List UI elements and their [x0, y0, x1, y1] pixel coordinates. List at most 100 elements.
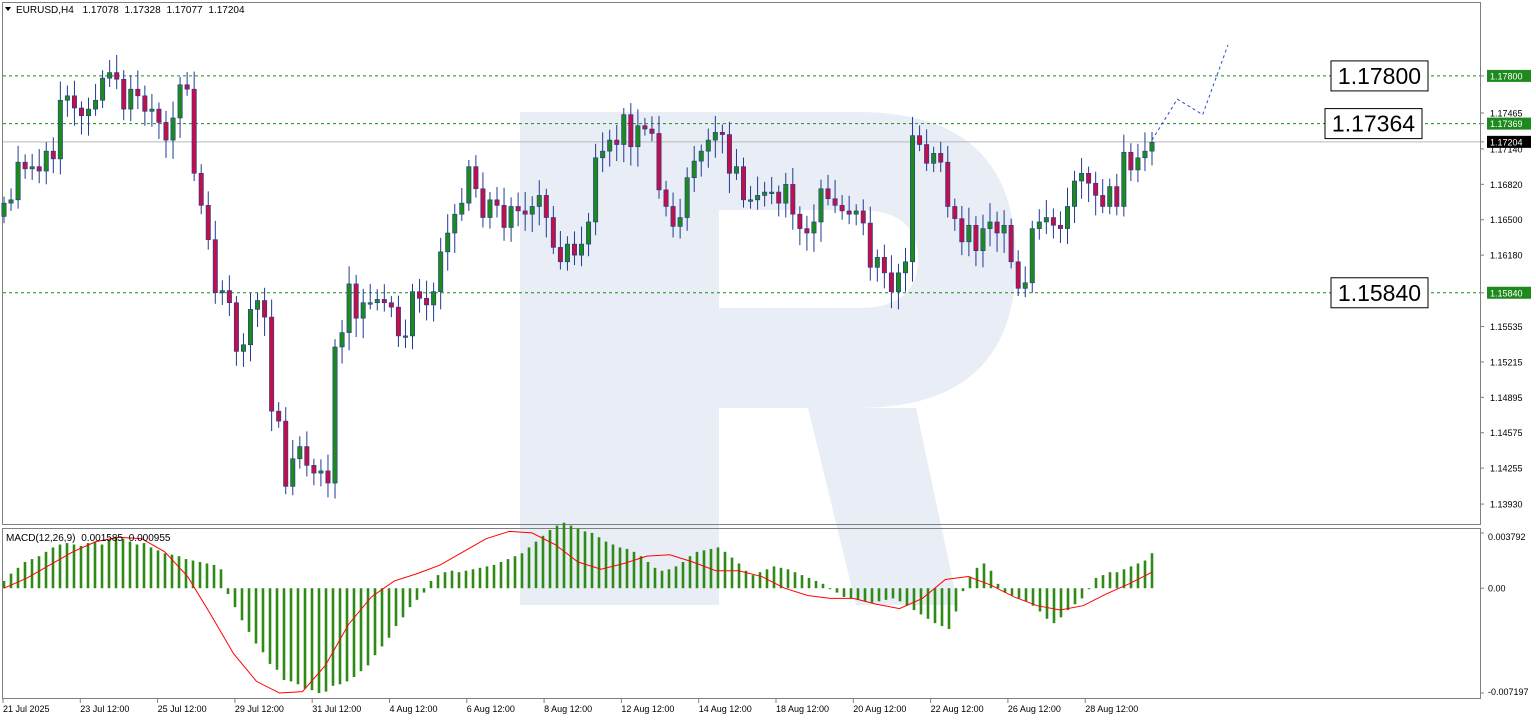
candle-body [586, 221, 592, 245]
candle-body [262, 300, 268, 318]
candle [240, 333, 246, 367]
macd-histogram-bar [828, 588, 832, 590]
macd-histogram-bar [814, 580, 818, 589]
candle [93, 83, 99, 116]
candle-body [78, 107, 84, 117]
candle [318, 459, 324, 487]
candle-body [163, 122, 169, 141]
macd-histogram-bar [912, 588, 916, 611]
candle [1057, 211, 1063, 243]
price-tag-level-label: 1.15840 [1490, 288, 1523, 298]
chart-root: 1.13930 1.14255 1.14575 1.14895 1.15215 1.155… [0, 0, 1536, 718]
candle-body [1029, 228, 1035, 284]
macd-label: MACD(12,26,9) [6, 533, 75, 544]
ohlc-close: 1.17204 [208, 5, 245, 16]
candle [501, 187, 507, 241]
time-tick-label: 6 Aug 12:00 [467, 704, 515, 714]
candle-body [973, 224, 979, 252]
macd-histogram-bar [891, 588, 895, 599]
macd-histogram-bar [156, 550, 160, 589]
chart-header: EURUSD,H4 1.17078 1.17328 1.17077 1.1720… [5, 5, 245, 16]
macd-histogram-bar [86, 543, 90, 589]
macd-histogram-bar [1101, 575, 1105, 589]
candle [198, 164, 204, 215]
price-tick-label: 1.16180 [1490, 251, 1523, 261]
macd-histogram-bar [317, 588, 321, 694]
candle-body [804, 228, 810, 234]
candle-body [374, 299, 380, 304]
macd-histogram-bar [898, 588, 902, 602]
macd-histogram-bar [240, 588, 244, 621]
candle-body [1128, 151, 1134, 171]
candle [1121, 134, 1127, 217]
macd-histogram-bar [933, 588, 937, 624]
macd-histogram-bar [863, 588, 867, 602]
candle-body [522, 210, 528, 215]
candle [1015, 250, 1021, 297]
candle [170, 101, 176, 159]
candle [304, 431, 310, 477]
candle-body [557, 247, 563, 263]
price-tag-level-label: 1.17800 [1490, 71, 1523, 81]
candle-body [811, 221, 817, 234]
candle-body [832, 198, 838, 206]
candle-body [593, 157, 599, 223]
price-tag-current-label: 1.17204 [1490, 137, 1523, 147]
candle-body [1100, 195, 1106, 207]
candle-body [1107, 186, 1113, 207]
forecast-path [1151, 44, 1229, 141]
candle-body [994, 221, 1000, 234]
macd-histogram-bar [93, 541, 97, 589]
macd-histogram-bar [324, 588, 328, 692]
candle [811, 204, 817, 252]
forecast-line [1151, 44, 1229, 141]
candle-body [649, 128, 655, 134]
time-tick-label: 23 Jul 12:00 [80, 704, 129, 714]
candle [121, 70, 127, 121]
candle-body [1050, 217, 1056, 226]
candle-body [924, 144, 930, 164]
macd-histogram-bar [352, 588, 356, 678]
candle [8, 188, 14, 211]
candle-body [367, 302, 373, 305]
candle [818, 179, 824, 242]
macd-histogram-bar [884, 588, 888, 600]
macd-histogram-bar [723, 551, 727, 589]
candle-body [438, 251, 444, 292]
macd-plot-frame [2, 528, 1481, 699]
macd-histogram-bar [44, 551, 48, 589]
macd-histogram-bar [751, 575, 755, 589]
candle-body [466, 166, 472, 204]
macd-histogram-bar [576, 528, 580, 589]
candle-body [1093, 182, 1099, 196]
candle [1043, 199, 1049, 235]
candle [804, 215, 810, 251]
macd-histogram-bar [443, 572, 447, 589]
candle-body [783, 184, 789, 204]
macd-histogram-bar [786, 569, 790, 589]
macd-histogram-bar [639, 556, 643, 589]
time-tick-label: 26 Aug 12:00 [1008, 704, 1061, 714]
macd-header: MACD(12,26,9) 0.001585 0.000955 [6, 533, 171, 544]
candle-body [29, 166, 35, 170]
dropdown-triangle-icon[interactable] [5, 7, 11, 11]
candle-body [431, 291, 437, 306]
candle-body [677, 217, 683, 227]
candle-body [867, 222, 873, 268]
macd-histogram-bar [632, 551, 636, 589]
candle [1100, 179, 1106, 214]
candle-body [846, 210, 852, 215]
level-callout-label: 1.15840 [1338, 280, 1421, 306]
candle [219, 280, 225, 305]
candle-body [473, 166, 479, 190]
candle [78, 101, 84, 135]
candle-body [36, 166, 42, 172]
candle-body [1, 202, 7, 217]
candle-body [719, 132, 725, 135]
macd-histogram-bar [212, 564, 216, 589]
candle-body [290, 458, 296, 487]
candle-body [135, 88, 141, 97]
time-tick-label: 8 Aug 12:00 [544, 704, 592, 714]
macd-histogram-bar [492, 564, 496, 589]
candle-body [121, 78, 127, 110]
